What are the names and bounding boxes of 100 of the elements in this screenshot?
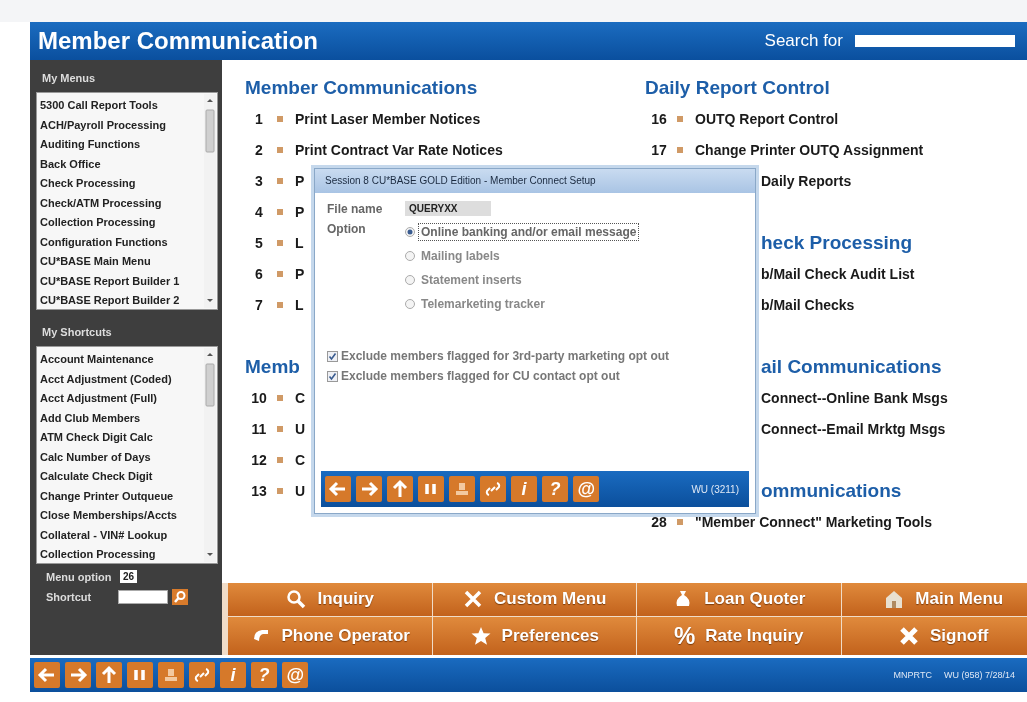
menu-link[interactable]: Connect--Email Mrktg Msgs: [761, 420, 946, 437]
print-icon[interactable]: [449, 476, 475, 502]
up-icon[interactable]: [96, 662, 122, 688]
menu-link[interactable]: U: [295, 482, 306, 499]
radio-label[interactable]: Telemarketing tracker: [418, 294, 548, 313]
checkbox-label[interactable]: Exclude members flagged for 3rd-party marketing opt out: [341, 349, 670, 363]
menu-link[interactable]: "Member Connect" Marketing Tools: [695, 513, 933, 530]
sidebar-heading: My Shortcuts: [41, 325, 113, 340]
menu-link[interactable]: L: [295, 234, 304, 251]
option-number: 7: [254, 296, 264, 313]
bullet-icon: [277, 270, 283, 277]
search-field[interactable]: [855, 35, 1015, 47]
menu-link[interactable]: Daily Reports: [761, 172, 852, 189]
option-number: 3: [254, 172, 264, 189]
field-label: Option: [327, 222, 367, 236]
menu-link[interactable]: b/Mail Check Audit List: [761, 265, 915, 282]
list-item[interactable]: CU*BASE Report Builder 1: [40, 271, 203, 291]
radio-label[interactable]: Statement inserts: [418, 270, 525, 289]
field-label: Shortcut: [46, 591, 93, 603]
radio-label[interactable]: Mailing labels: [418, 246, 503, 265]
menu-link[interactable]: OUTQ Report Control: [695, 110, 839, 127]
menu-link[interactable]: P: [295, 265, 305, 282]
list-item[interactable]: Account Maintenance: [40, 350, 203, 370]
list-item[interactable]: Acct Adjustment (Coded): [40, 369, 203, 389]
back-icon[interactable]: [34, 662, 60, 688]
section-heading: Member Communications: [245, 76, 478, 100]
option-number: 13: [250, 482, 268, 499]
forward-icon[interactable]: [356, 476, 382, 502]
list-item[interactable]: Configuration Functions: [40, 232, 203, 252]
list-box[interactable]: [36, 346, 218, 564]
back-icon[interactable]: [325, 476, 351, 502]
list-item[interactable]: Add Club Members: [40, 408, 203, 428]
list-item[interactable]: Collateral - VIN# Lookup: [40, 525, 203, 545]
pause-icon[interactable]: [418, 476, 444, 502]
list-item[interactable]: Calculate Check Digit: [40, 467, 203, 487]
bullet-icon: [677, 518, 683, 525]
menu-link[interactable]: C: [295, 389, 306, 406]
file-name-field[interactable]: QUERYXX: [405, 201, 491, 216]
section-heading: ail Communications: [761, 355, 942, 379]
list-item[interactable]: CU*BASE Report Builder 2: [40, 291, 203, 311]
pause-icon[interactable]: [127, 662, 153, 688]
menu-link[interactable]: Connect--Online Bank Msgs: [761, 389, 948, 406]
list-item[interactable]: Check Processing: [40, 174, 203, 194]
menu-link[interactable]: Print Contract Var Rate Notices: [295, 141, 503, 158]
option-number: 5: [254, 234, 264, 251]
bullet-icon: [277, 301, 283, 308]
list-item[interactable]: Close Memberships/Accts: [40, 506, 203, 526]
print-icon[interactable]: [158, 662, 184, 688]
status-text: WU (3211): [691, 483, 739, 495]
menu-link[interactable]: Change Printer OUTQ Assignment: [695, 141, 924, 158]
bullet-icon: [277, 115, 283, 122]
bullet-icon: [277, 487, 283, 494]
menu-option-field[interactable]: 26: [120, 570, 138, 583]
radio-button[interactable]: [405, 298, 415, 309]
menu-link[interactable]: P: [295, 203, 305, 220]
field-label: Menu option: [46, 570, 112, 583]
bullet-icon: [277, 146, 283, 153]
shortcut-field[interactable]: [118, 590, 168, 604]
section-heading: Memb: [245, 355, 300, 379]
checkbox[interactable]: [327, 350, 338, 362]
option-number: 6: [254, 265, 264, 282]
list-item[interactable]: Calc Number of Days: [40, 447, 203, 467]
list-item[interactable]: Check/ATM Processing: [40, 193, 203, 213]
radio-button[interactable]: [405, 250, 415, 261]
radio-button[interactable]: [405, 274, 415, 285]
menu-link[interactable]: Print Laser Member Notices: [295, 110, 481, 127]
list-box[interactable]: [36, 92, 218, 310]
list-item[interactable]: Collection Processing: [40, 213, 203, 233]
bullet-icon: [677, 146, 683, 153]
forward-icon[interactable]: [65, 662, 91, 688]
option-number: 10: [250, 389, 268, 406]
up-icon[interactable]: [387, 476, 413, 502]
bullet-icon: [277, 177, 283, 184]
checkbox[interactable]: [327, 370, 338, 382]
search-label: Search for: [764, 31, 843, 51]
list-item[interactable]: 5300 Call Report Tools: [40, 96, 203, 116]
list-item[interactable]: Back Office: [40, 154, 203, 174]
menu-link[interactable]: L: [295, 296, 304, 313]
option-number: 1: [254, 110, 264, 127]
list-item[interactable]: Collection Processing: [40, 545, 203, 565]
list-item[interactable]: Change Printer Outqueue: [40, 486, 203, 506]
search-icon[interactable]: [172, 589, 188, 605]
menu-link[interactable]: b/Mail Checks: [761, 296, 855, 313]
menu-link[interactable]: C: [295, 451, 306, 468]
page-title: Member Communication: [38, 27, 320, 55]
menu-link[interactable]: U: [295, 420, 306, 437]
search-icon: [285, 588, 308, 611]
menu-link[interactable]: P: [295, 172, 305, 189]
option-number: 16: [650, 110, 668, 127]
list-item[interactable]: ACH/Payroll Processing: [40, 115, 203, 135]
list-item[interactable]: ATM Check Digit Calc: [40, 428, 203, 448]
list-item[interactable]: Auditing Functions: [40, 135, 203, 155]
dialog-title: Session 8 CU*BASE GOLD Edition - Member Connect Setup: [315, 169, 755, 193]
list-item[interactable]: Acct Adjustment (Full): [40, 389, 203, 409]
list-item[interactable]: CU*BASE Main Menu: [40, 252, 203, 272]
link-icon[interactable]: [189, 662, 215, 688]
radio-button[interactable]: [405, 226, 415, 237]
radio-label[interactable]: Online banking and/or email message: [418, 222, 640, 241]
link-icon[interactable]: [480, 476, 506, 502]
checkbox-label[interactable]: Exclude members flagged for CU contact opt out: [341, 369, 620, 383]
